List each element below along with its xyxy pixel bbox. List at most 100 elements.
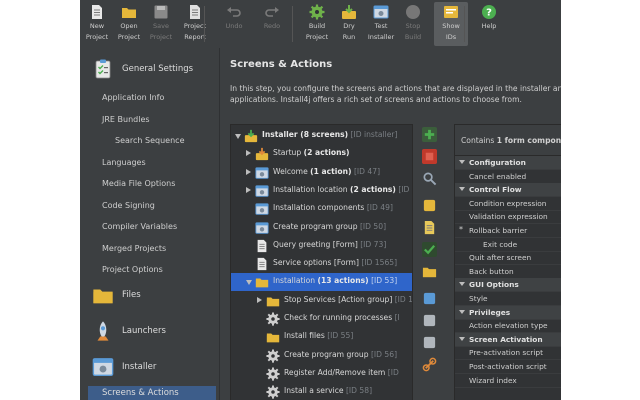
sidebar-item[interactable]: JRE Bundles	[102, 115, 150, 124]
link-button[interactable]	[422, 357, 437, 372]
toolbar-button-save-project[interactable]: Save Project	[146, 2, 176, 46]
sidebar-section-files[interactable]: Files	[80, 278, 219, 314]
folder-button[interactable]	[422, 264, 437, 279]
tree-row[interactable]: Service options [Form] [ID 1565]	[231, 255, 412, 273]
note-icon	[424, 220, 435, 235]
toolbar-button-new-project[interactable]: New Project	[82, 2, 112, 46]
toolbar-button-undo[interactable]: Undo	[216, 2, 252, 46]
collapse-arrow-icon[interactable]	[235, 134, 241, 139]
tree-row[interactable]: Check for running processes [I	[231, 310, 412, 328]
property-row[interactable]: Cancel enabled	[455, 170, 561, 184]
tree-row[interactable]: Query greeting [Form] [ID 73]	[231, 237, 412, 255]
property-row[interactable]: Wizard index	[455, 374, 561, 388]
expand-arrow-icon[interactable]	[257, 296, 262, 303]
toolbar-button-project-report[interactable]: Project Report	[178, 2, 212, 46]
tree-row[interactable]: Stop Services [Action group] [ID 1	[231, 292, 412, 310]
toolbar-button-dry-run[interactable]: Dry Run	[334, 2, 364, 46]
property-label: Exit code	[483, 239, 518, 249]
tree-row[interactable]: Installation location (2 actions) [ID 48…	[231, 182, 412, 200]
sidebar-item[interactable]: Merged Projects	[102, 244, 166, 253]
toolbar-button-redo[interactable]: Redo	[254, 2, 290, 46]
tree-row-id: [I	[394, 313, 400, 322]
property-row[interactable]: Action elevation type	[455, 319, 561, 334]
delete-button[interactable]	[422, 149, 437, 164]
collapse-arrow-icon[interactable]	[459, 160, 465, 164]
screens-actions-tree[interactable]: Installer (8 screens) [ID installer] Star…	[230, 124, 413, 400]
add-button[interactable]	[422, 127, 437, 142]
tree-row[interactable]: Register Add/Remove item [ID	[231, 365, 412, 383]
property-row[interactable]: Post-activation script	[455, 360, 561, 374]
property-row[interactable]: Validation expression	[455, 210, 561, 225]
tree-row[interactable]: Install files [ID 55]	[231, 328, 412, 346]
property-category[interactable]: Screen Activation	[455, 332, 561, 347]
expand-arrow-icon[interactable]	[246, 150, 251, 157]
property-label: Cancel enabled	[469, 171, 527, 181]
collapse-arrow-icon[interactable]	[459, 336, 465, 341]
property-row[interactable]: Quit after screen	[455, 251, 561, 266]
property-row[interactable]: Style	[455, 292, 561, 306]
paste-button[interactable]	[422, 335, 437, 350]
sidebar-item[interactable]: Media File Options	[102, 179, 175, 188]
tree-row[interactable]: Installer (8 screens) [ID installer]	[231, 127, 412, 145]
palette-button[interactable]	[422, 198, 437, 213]
toolbar-button-test-installer[interactable]: Test Installer	[366, 2, 396, 46]
summary-count: 1 form compone	[496, 136, 561, 145]
tree-row[interactable]: Create program group [ID 50]	[231, 219, 412, 237]
copy-button[interactable]	[422, 313, 437, 328]
toolbar-button-label: Show	[442, 22, 460, 30]
property-category[interactable]: Control Flow	[455, 183, 561, 198]
toolbar-button-label: Report	[184, 33, 206, 41]
tree-row-id: [ID installer]	[350, 130, 398, 139]
property-row[interactable]: * Rollback barrier	[455, 224, 561, 238]
search-button[interactable]	[422, 171, 437, 186]
sidebar-section-general-settings[interactable]: General Settings	[80, 52, 219, 88]
property-row[interactable]: Condition expression	[455, 197, 561, 211]
expand-arrow-icon[interactable]	[246, 186, 251, 193]
sidebar-item[interactable]: Code Signing	[102, 201, 155, 210]
property-row[interactable]: Back button	[455, 265, 561, 279]
tree-row[interactable]: Install a service [ID 58]	[231, 383, 412, 400]
sidebar-item[interactable]: Languages	[102, 158, 146, 167]
sidebar-item-screens-actions[interactable]: Screens & Actions	[88, 386, 216, 400]
property-category[interactable]: GUI Options	[455, 278, 561, 293]
toolbar-button-stop-build[interactable]: Stop Build	[398, 2, 428, 46]
collapse-arrow-icon[interactable]	[459, 309, 465, 314]
tree-row[interactable]: Installation components [ID 49]	[231, 200, 412, 218]
toolbar-button-build-project[interactable]: Build Project	[302, 2, 332, 46]
collapse-arrow-icon[interactable]	[246, 280, 252, 286]
sidebar-item[interactable]: Search Sequence	[115, 136, 185, 145]
move-button[interactable]	[422, 291, 437, 306]
toolbar-button-label: New	[89, 22, 105, 30]
tree-row[interactable]: Create program group [ID 56]	[231, 347, 412, 365]
tree-row-id: [ID 47]	[353, 166, 381, 176]
collapse-arrow-icon[interactable]	[459, 282, 465, 287]
check-button[interactable]	[422, 242, 437, 257]
tree-row[interactable]: Installation (13 actions) [ID 53]	[231, 273, 412, 292]
tree-row[interactable]: Welcome (1 action) [ID 47]	[231, 164, 412, 182]
collapse-arrow-icon[interactable]	[459, 187, 465, 192]
property-category[interactable]: Privileges	[455, 305, 561, 320]
folder-icon	[422, 267, 437, 278]
screen-icon	[255, 221, 269, 234]
toolbar-button-label: Project	[183, 22, 207, 30]
toolbar-button-help[interactable]: ? Help	[476, 2, 502, 46]
sidebar-section-installer[interactable]: Installer	[80, 350, 219, 386]
property-row[interactable]: Pre-activation script	[455, 346, 561, 361]
tree-row-label: Query greeting [Form] [ID 73]	[273, 240, 386, 249]
tree-row-label: Install files [ID 55]	[284, 331, 353, 340]
sidebar-item[interactable]: Compiler Variables	[102, 222, 177, 231]
sidebar-section-launchers[interactable]: Launchers	[80, 314, 219, 350]
property-label: Wizard index	[469, 375, 517, 385]
tree-row[interactable]: Startup (2 actions)	[231, 145, 412, 163]
sidebar-item[interactable]: Project Options	[102, 265, 163, 274]
description-line: In this step, you configure the screens …	[230, 84, 561, 93]
note-button[interactable]	[422, 220, 437, 235]
toolbar-button-show-ids[interactable]: Show IDs	[434, 2, 468, 46]
toolbar-button-open-project[interactable]: Open Project	[114, 2, 144, 46]
property-label: GUI Options	[469, 280, 519, 290]
property-category[interactable]: Configuration	[455, 156, 561, 170]
sidebar-item[interactable]: Application Info	[102, 93, 164, 102]
expand-arrow-icon[interactable]	[246, 168, 251, 175]
delete-icon	[422, 149, 437, 164]
property-row[interactable]: Exit code	[455, 238, 561, 252]
